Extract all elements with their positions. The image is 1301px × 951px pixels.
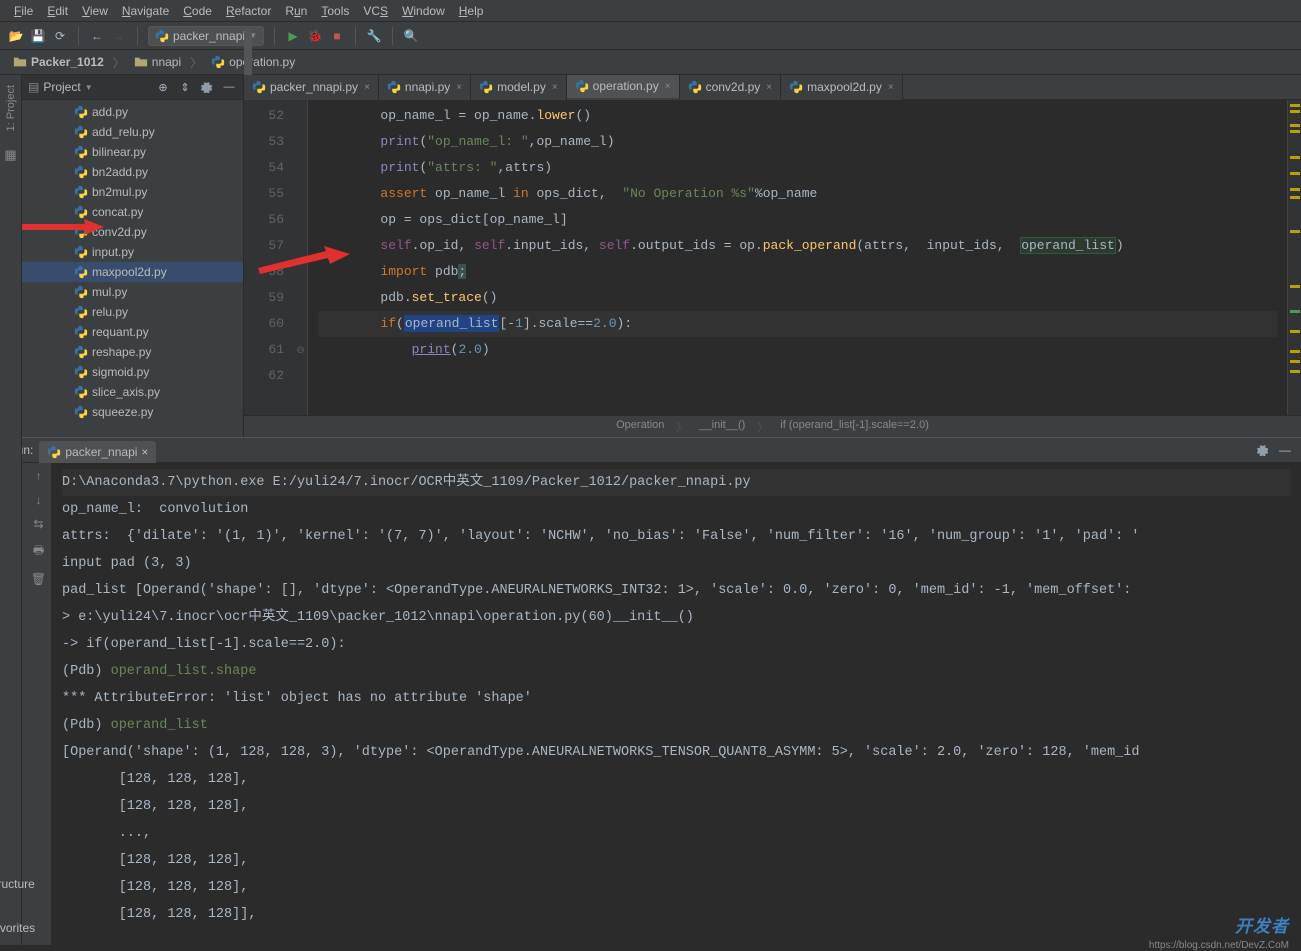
menu-navigate[interactable]: Navigate bbox=[116, 2, 175, 20]
menu-tools[interactable]: Tools bbox=[315, 2, 355, 20]
wrench-icon[interactable]: 🔧 bbox=[366, 28, 382, 44]
toolbar: 📂 💾 ⟳ ← → packer_nnapi ▼ ▶ 🐞 ■ 🔧 🔍 bbox=[0, 22, 1301, 50]
close-icon[interactable]: × bbox=[888, 82, 894, 93]
back-icon[interactable]: ← bbox=[89, 28, 105, 44]
file-slice_axis-py[interactable]: slice_axis.py bbox=[22, 382, 243, 402]
project-tree[interactable]: add.pyadd_relu.pybilinear.pybn2add.pybn2… bbox=[22, 100, 243, 437]
menu-vcs[interactable]: VCS bbox=[357, 2, 394, 20]
editor-breadcrumb: Operation〉 __init__()〉 if (operand_list[… bbox=[244, 415, 1301, 437]
sync-icon[interactable]: ⟳ bbox=[52, 28, 68, 44]
run-config-label: packer_nnapi bbox=[173, 29, 245, 43]
tab-nnapi-py[interactable]: nnapi.py× bbox=[379, 75, 471, 100]
file-bn2mul-py[interactable]: bn2mul.py bbox=[22, 182, 243, 202]
crumb-class[interactable]: Operation bbox=[612, 419, 668, 435]
tab-packer_nnapi-py[interactable]: packer_nnapi.py× bbox=[244, 75, 379, 100]
watermark-url: https://blog.csdn.net/DevZ.CoM bbox=[1149, 940, 1289, 951]
file-bn2add-py[interactable]: bn2add.py bbox=[22, 162, 243, 182]
crumb-file[interactable]: operation.py bbox=[206, 52, 300, 72]
close-icon[interactable]: × bbox=[456, 82, 462, 93]
run-console[interactable]: D:\Anaconda3.7\python.exe E:/yuli24/7.in… bbox=[52, 463, 1301, 945]
menu-edit[interactable]: Edit bbox=[41, 2, 74, 20]
down-icon[interactable]: ↓ bbox=[36, 493, 42, 507]
sidebar-favorites-tab[interactable]: 2: Favorites bbox=[0, 907, 35, 935]
sidebar-project-tab[interactable]: 1: Project bbox=[5, 85, 17, 131]
menu-bar: File Edit View Navigate Code Refactor Ru… bbox=[0, 0, 1301, 22]
tab-operation-py[interactable]: operation.py× bbox=[567, 75, 680, 100]
annotation-arrow-1 bbox=[252, 240, 352, 280]
debug-icon[interactable]: 🐞 bbox=[307, 28, 323, 44]
tab-maxpool2d-py[interactable]: maxpool2d.py× bbox=[781, 75, 903, 100]
file-maxpool2d-py[interactable]: maxpool2d.py bbox=[22, 262, 243, 282]
run-panel: Run: packer_nnapi× — ↻ ■ ❚❚ ⏏ 📌 ↑ ↓ ⇆ 🖶 … bbox=[0, 437, 1301, 945]
settings-icon[interactable] bbox=[199, 79, 215, 95]
left-tool-strip: 1: Project ▦ bbox=[0, 75, 22, 437]
settings-icon[interactable] bbox=[1255, 442, 1271, 458]
project-title: Project bbox=[43, 80, 80, 94]
file-reshape-py[interactable]: reshape.py bbox=[22, 342, 243, 362]
menu-code[interactable]: Code bbox=[177, 2, 218, 20]
menu-window[interactable]: Window bbox=[396, 2, 451, 20]
file-add_relu-py[interactable]: add_relu.py bbox=[22, 122, 243, 142]
marker-bar[interactable] bbox=[1287, 100, 1301, 415]
left-lower-tool-strip: Z: Structure 2: Favorites bbox=[0, 437, 22, 945]
project-panel: ▤Project▼ ⊕ ⇕ — add.pyadd_relu.pybilinea… bbox=[22, 75, 244, 437]
hide-icon[interactable]: — bbox=[1277, 442, 1293, 458]
wrap-icon[interactable]: ⇆ bbox=[33, 517, 43, 531]
search-icon[interactable]: 🔍 bbox=[403, 28, 419, 44]
close-icon[interactable]: × bbox=[141, 445, 148, 459]
file-add-py[interactable]: add.py bbox=[22, 102, 243, 122]
tab-model-py[interactable]: model.py× bbox=[471, 75, 567, 100]
crumb-root[interactable]: Packer_1012 bbox=[8, 52, 109, 72]
code-area[interactable]: op_name_l = op_name.lower() print("op_na… bbox=[308, 100, 1287, 415]
menu-file[interactable]: File bbox=[8, 2, 39, 20]
trash-icon[interactable]: 🗑 bbox=[31, 572, 46, 586]
file-input-py[interactable]: input.py bbox=[22, 242, 243, 262]
forward-icon[interactable]: → bbox=[111, 28, 127, 44]
file-sigmoid-py[interactable]: sigmoid.py bbox=[22, 362, 243, 382]
print-icon[interactable]: 🖶 bbox=[33, 541, 44, 562]
navigation-bar: Packer_1012 〉 nnapi 〉 operation.py bbox=[0, 50, 1301, 75]
save-icon[interactable]: 💾 bbox=[30, 28, 46, 44]
file-mul-py[interactable]: mul.py bbox=[22, 282, 243, 302]
stop-icon[interactable]: ■ bbox=[329, 28, 345, 44]
locate-icon[interactable]: ⊕ bbox=[155, 79, 171, 95]
menu-refactor[interactable]: Refactor bbox=[220, 2, 277, 20]
sidebar-structure-tab[interactable]: Z: Structure bbox=[0, 863, 35, 891]
menu-view[interactable]: View bbox=[76, 2, 114, 20]
annotation-arrow-2 bbox=[18, 215, 106, 239]
crumb-method[interactable]: __init__() bbox=[695, 419, 749, 435]
menu-run[interactable]: Run bbox=[279, 2, 313, 20]
file-requant-py[interactable]: requant.py bbox=[22, 322, 243, 342]
crumb-stmt[interactable]: if (operand_list[-1].scale==2.0) bbox=[776, 419, 933, 435]
file-relu-py[interactable]: relu.py bbox=[22, 302, 243, 322]
open-icon[interactable]: 📂 bbox=[8, 28, 24, 44]
run-tab[interactable]: packer_nnapi× bbox=[39, 441, 156, 463]
up-icon[interactable]: ↑ bbox=[36, 469, 42, 483]
tab-conv2d-py[interactable]: conv2d.py× bbox=[680, 75, 782, 100]
crumb-dir[interactable]: nnapi bbox=[129, 52, 186, 72]
editor-tabs: packer_nnapi.py×nnapi.py×model.py×operat… bbox=[244, 75, 1301, 100]
file-squeeze-py[interactable]: squeeze.py bbox=[22, 402, 243, 422]
hide-icon[interactable]: — bbox=[221, 79, 237, 95]
close-icon[interactable]: × bbox=[665, 81, 671, 92]
close-icon[interactable]: × bbox=[364, 82, 370, 93]
menu-help[interactable]: Help bbox=[453, 2, 490, 20]
run-icon[interactable]: ▶ bbox=[285, 28, 301, 44]
watermark: 开发者 bbox=[1235, 912, 1289, 937]
editor: packer_nnapi.py×nnapi.py×model.py×operat… bbox=[244, 75, 1301, 437]
close-icon[interactable]: × bbox=[766, 82, 772, 93]
close-icon[interactable]: × bbox=[552, 82, 558, 93]
collapse-icon[interactable]: ⇕ bbox=[177, 79, 193, 95]
module-icon[interactable]: ▦ bbox=[4, 147, 16, 163]
file-bilinear-py[interactable]: bilinear.py bbox=[22, 142, 243, 162]
